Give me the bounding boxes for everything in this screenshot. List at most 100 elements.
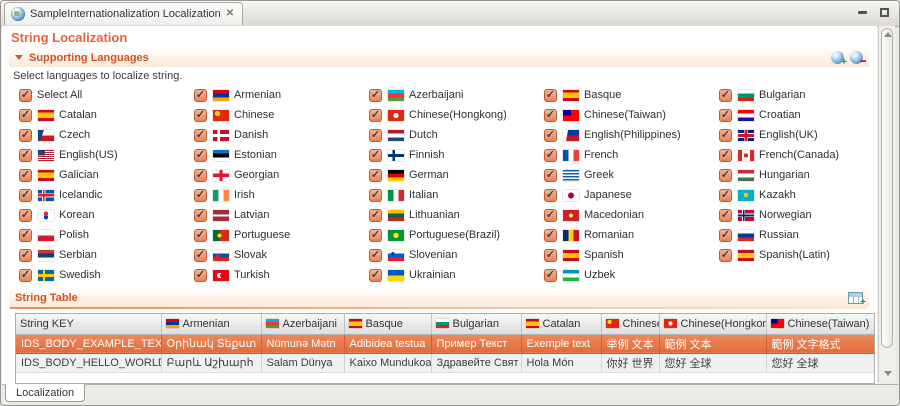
language-option-norwegian[interactable]: ✓Norwegian: [719, 205, 877, 225]
language-option-hungarian[interactable]: ✓Hungarian: [719, 165, 877, 185]
checkbox-croatian[interactable]: ✓: [719, 109, 732, 122]
translation-cell[interactable]: 您好 全球: [766, 353, 874, 372]
language-option-chinese-hongkong[interactable]: ✓Chinese(Hongkong): [369, 105, 544, 125]
checkbox-french[interactable]: ✓: [544, 149, 557, 162]
checkbox-russian[interactable]: ✓: [719, 229, 732, 242]
language-option-german[interactable]: ✓German: [369, 165, 544, 185]
language-option-italian[interactable]: ✓Italian: [369, 185, 544, 205]
collapse-arrow-icon[interactable]: [15, 55, 23, 60]
editor-tab-sample-internationalization[interactable]: SampleInternationalization Localization …: [4, 2, 243, 25]
checkbox-polish[interactable]: ✓: [19, 229, 32, 242]
checkbox-slovak[interactable]: ✓: [194, 249, 207, 262]
translation-cell[interactable]: Пример Текст: [431, 334, 521, 353]
language-option-armenian[interactable]: ✓Armenian: [194, 85, 369, 105]
globe-remove-icon[interactable]: [850, 51, 863, 64]
language-option-azerbaijani[interactable]: ✓Azerbaijani: [369, 85, 544, 105]
checkbox-italian[interactable]: ✓: [369, 189, 382, 202]
translation-cell[interactable]: Salam Dünya: [261, 353, 344, 372]
checkbox-kazakh[interactable]: ✓: [719, 189, 732, 202]
language-option-bulgarian[interactable]: ✓Bulgarian: [719, 85, 877, 105]
checkbox-chinese-hongkong[interactable]: ✓: [369, 109, 382, 122]
checkbox-bulgarian[interactable]: ✓: [719, 89, 732, 102]
translation-cell[interactable]: 您好 全球: [659, 353, 766, 372]
language-option-slovenian[interactable]: ✓Slovenian: [369, 245, 544, 265]
language-option-chinese[interactable]: ✓Chinese: [194, 105, 369, 125]
translation-cell[interactable]: Kaixo Mundukoa: [344, 353, 431, 372]
language-option-polish[interactable]: ✓Polish: [19, 225, 194, 245]
checkbox-galician[interactable]: ✓: [19, 169, 32, 182]
section-string-table-header[interactable]: String Table: [9, 288, 869, 307]
checkbox-dutch[interactable]: ✓: [369, 129, 382, 142]
checkbox-uzbek[interactable]: ✓: [544, 269, 557, 282]
vertical-scrollbar[interactable]: [878, 26, 895, 382]
language-option-catalan[interactable]: ✓Catalan: [19, 105, 194, 125]
scroll-up-icon[interactable]: [884, 32, 892, 37]
section-supporting-languages-header[interactable]: Supporting Languages: [9, 48, 869, 67]
checkbox-spanish-latin[interactable]: ✓: [719, 249, 732, 262]
translation-cell[interactable]: Nümunə Mətn: [261, 334, 344, 353]
language-option-japanese[interactable]: ✓Japanese: [544, 185, 719, 205]
table-row-ids-body-hello-world[interactable]: IDS_BODY_HELLO_WORLDԲարև ԱշխարհSalam Dün…: [16, 353, 874, 372]
language-option-basque[interactable]: ✓Basque: [544, 85, 719, 105]
language-option-english-us[interactable]: ✓English(US): [19, 145, 194, 165]
language-option-georgian[interactable]: ✓Georgian: [194, 165, 369, 185]
language-option-russian[interactable]: ✓Russian: [719, 225, 877, 245]
language-option-french-canada[interactable]: ✓French(Canada): [719, 145, 877, 165]
checkbox-chinese[interactable]: ✓: [194, 109, 207, 122]
checkbox-select-all[interactable]: ✓: [19, 89, 32, 102]
language-option-korean[interactable]: ✓Korean: [19, 205, 194, 225]
translation-cell[interactable]: Օրինակ Տեքստ: [161, 334, 261, 353]
checkbox-icelandic[interactable]: ✓: [19, 189, 32, 202]
tab-localization[interactable]: Localization: [5, 384, 85, 402]
checkbox-japanese[interactable]: ✓: [544, 189, 557, 202]
checkbox-lithuanian[interactable]: ✓: [369, 209, 382, 222]
language-option-greek[interactable]: ✓Greek: [544, 165, 719, 185]
language-option-uzbek[interactable]: ✓Uzbek: [544, 265, 719, 285]
string-key-cell[interactable]: IDS_BODY_EXAMPLE_TEXT: [16, 334, 161, 353]
language-option-dutch[interactable]: ✓Dutch: [369, 125, 544, 145]
language-option-english-philippines[interactable]: ✓English(Philippines): [544, 125, 719, 145]
language-option-select-all[interactable]: ✓Select All: [19, 85, 194, 105]
close-icon[interactable]: ✕: [226, 9, 234, 19]
checkbox-hungarian[interactable]: ✓: [719, 169, 732, 182]
language-option-ukrainian[interactable]: ✓Ukrainian: [369, 265, 544, 285]
translation-cell[interactable]: 你好 世界: [601, 353, 659, 372]
language-option-danish[interactable]: ✓Danish: [194, 125, 369, 145]
language-option-english-uk[interactable]: ✓English(UK): [719, 125, 877, 145]
translation-cell[interactable]: Adibidea testua: [344, 334, 431, 353]
checkbox-german[interactable]: ✓: [369, 169, 382, 182]
checkbox-slovenian[interactable]: ✓: [369, 249, 382, 262]
checkbox-macedonian[interactable]: ✓: [544, 209, 557, 222]
language-option-galician[interactable]: ✓Galician: [19, 165, 194, 185]
checkbox-estonian[interactable]: ✓: [194, 149, 207, 162]
maximize-icon[interactable]: [880, 8, 889, 17]
language-option-irish[interactable]: ✓Irish: [194, 185, 369, 205]
language-option-croatian[interactable]: ✓Croatian: [719, 105, 877, 125]
column-header-bulgarian[interactable]: Bulgarian: [431, 314, 521, 334]
translation-cell[interactable]: Hola Món: [521, 353, 601, 372]
checkbox-turkish[interactable]: ✓: [194, 269, 207, 282]
checkbox-portuguese[interactable]: ✓: [194, 229, 207, 242]
column-header-basque[interactable]: Basque: [344, 314, 431, 334]
globe-add-icon[interactable]: [831, 51, 844, 64]
minimize-icon[interactable]: [858, 11, 867, 14]
checkbox-chinese-taiwan[interactable]: ✓: [544, 109, 557, 122]
translation-cell[interactable]: 範例 文本: [659, 334, 766, 353]
column-header-chinese[interactable]: Chinese: [601, 314, 659, 334]
language-option-spanish[interactable]: ✓Spanish: [544, 245, 719, 265]
language-option-swedish[interactable]: ✓Swedish: [19, 265, 194, 285]
language-option-czech[interactable]: ✓Czech: [19, 125, 194, 145]
scroll-down-icon[interactable]: [884, 371, 892, 376]
language-option-slovak[interactable]: ✓Slovak: [194, 245, 369, 265]
checkbox-latvian[interactable]: ✓: [194, 209, 207, 222]
checkbox-greek[interactable]: ✓: [544, 169, 557, 182]
language-option-serbian[interactable]: ✓Serbian: [19, 245, 194, 265]
translation-cell[interactable]: Exemple text: [521, 334, 601, 353]
language-option-spanish-latin[interactable]: ✓Spanish(Latin): [719, 245, 877, 265]
checkbox-georgian[interactable]: ✓: [194, 169, 207, 182]
language-option-lithuanian[interactable]: ✓Lithuanian: [369, 205, 544, 225]
checkbox-french-canada[interactable]: ✓: [719, 149, 732, 162]
language-option-estonian[interactable]: ✓Estonian: [194, 145, 369, 165]
checkbox-english-philippines[interactable]: ✓: [544, 129, 557, 142]
checkbox-armenian[interactable]: ✓: [194, 89, 207, 102]
